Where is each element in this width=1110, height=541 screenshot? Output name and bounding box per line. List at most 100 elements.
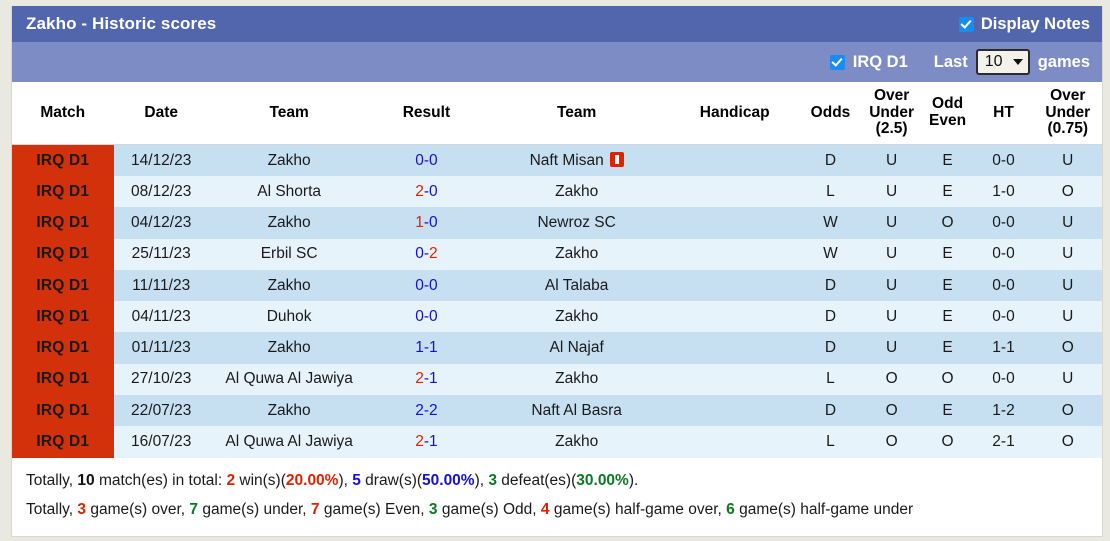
cell-result: 1-0 — [369, 207, 484, 239]
cell-odd-even: O — [921, 363, 974, 396]
cell-odds: W — [799, 238, 862, 270]
table-row[interactable]: IRQ D1 01/11/23 Zakho 1-1 Al Najaf D U E 1-1 O — [12, 332, 1102, 364]
col-header-odd-even[interactable]: Odd Even — [921, 82, 974, 146]
col-header-over-under-25[interactable]: Over Under (2.5) — [861, 82, 922, 146]
summary-defeats: 3 — [488, 471, 497, 489]
cell-handicap — [669, 363, 800, 396]
cell-away-team[interactable]: Zakho — [483, 176, 670, 208]
cell-away-team[interactable]: Zakho — [483, 426, 670, 458]
table-body: IRQ D1 14/12/23 Zakho 0-0 Naft Misan D U E 0-0 U I… — [12, 144, 1102, 458]
cell-away-team[interactable]: Al Talaba — [483, 269, 670, 302]
cell-away-team[interactable]: Naft Misan — [483, 144, 670, 176]
cell-league-badge[interactable]: IRQ D1 — [12, 301, 114, 333]
cell-home-team[interactable]: Duhok — [208, 301, 370, 333]
cell-league-badge[interactable]: IRQ D1 — [12, 269, 114, 302]
cell-handicap — [669, 238, 800, 270]
cell-league-badge[interactable]: IRQ D1 — [12, 426, 114, 458]
col-header-handicap[interactable]: Handicap — [669, 82, 800, 146]
table-row[interactable]: IRQ D1 25/11/23 Erbil SC 0-2 Zakho W U E 0-0 U — [12, 238, 1102, 270]
cell-home-team[interactable]: Zakho — [208, 207, 370, 239]
cell-league-badge[interactable]: IRQ D1 — [12, 176, 114, 208]
last-label: Last — [933, 52, 968, 71]
cell-away-team[interactable]: Zakho — [483, 238, 670, 270]
s2-t1: game(s) over, — [86, 501, 190, 519]
cell-league-badge[interactable]: IRQ D1 — [12, 238, 114, 270]
cell-league-badge[interactable]: IRQ D1 — [12, 332, 114, 364]
summary-even-count: 7 — [310, 501, 320, 519]
cell-over-under-075: U — [1033, 238, 1102, 270]
col-header-date[interactable]: Date — [113, 82, 209, 146]
chevron-down-icon — [1012, 59, 1023, 65]
cell-ht-score: 0-0 — [973, 363, 1034, 396]
cell-league-badge[interactable]: IRQ D1 — [12, 363, 114, 396]
cell-league-badge[interactable]: IRQ D1 — [12, 144, 114, 176]
result-home-score: 0 — [415, 151, 424, 169]
cell-result: 1-1 — [369, 332, 484, 364]
cell-handicap — [669, 301, 800, 333]
cell-handicap — [669, 144, 800, 176]
cell-away-team[interactable]: Naft Al Basra — [483, 395, 670, 427]
cell-result: 2-1 — [369, 363, 484, 396]
cell-ht-score: 0-0 — [973, 301, 1034, 333]
cell-home-team[interactable]: Erbil SC — [208, 238, 370, 270]
summary-halfgame-under-count: 6 — [726, 501, 735, 519]
table-row[interactable]: IRQ D1 08/12/23 Al Shorta 2-0 Zakho L U E 1-0 O — [12, 176, 1102, 208]
cell-home-team[interactable]: Zakho — [208, 144, 370, 176]
cell-league-badge[interactable]: IRQ D1 — [12, 395, 114, 427]
cell-over-under-075: O — [1033, 332, 1102, 364]
col-header-away-team[interactable]: Team — [483, 82, 670, 146]
col-header-over-under-075[interactable]: Over Under (0.75) — [1033, 82, 1102, 146]
cell-over-under-25: U — [861, 207, 922, 239]
display-notes-checkbox[interactable] — [958, 16, 974, 32]
s1-t0: Totally, — [26, 471, 78, 489]
cell-over-under-075: O — [1033, 395, 1102, 427]
cell-odd-even: E — [921, 144, 974, 176]
cell-date: 04/12/23 — [113, 207, 209, 239]
col-header-result[interactable]: Result — [369, 82, 484, 146]
cell-result: 2-1 — [369, 426, 484, 458]
result-home-score: 2 — [415, 182, 424, 200]
cell-odd-even: O — [921, 426, 974, 458]
league-filter-checkbox[interactable] — [829, 54, 845, 70]
cell-away-team[interactable]: Zakho — [483, 301, 670, 333]
cell-home-team[interactable]: Zakho — [208, 332, 370, 364]
cell-home-team[interactable]: Al Quwa Al Jawiya — [208, 363, 370, 396]
cell-odds: D — [799, 269, 862, 302]
red-card-icon — [609, 151, 624, 167]
cell-odds: L — [799, 176, 862, 208]
col-header-match[interactable]: Match — [12, 82, 114, 146]
cell-home-team[interactable]: Al Quwa Al Jawiya — [208, 426, 370, 458]
col-header-ht[interactable]: HT — [973, 82, 1034, 146]
col-header-odds[interactable]: Odds — [799, 82, 862, 146]
s1-t4: draw(s)( — [360, 471, 423, 489]
filter-bar: IRQ D1 Last 10 games — [12, 42, 1102, 82]
games-count-select[interactable]: 10 — [975, 49, 1030, 75]
cell-home-team[interactable]: Zakho — [208, 269, 370, 302]
table-row[interactable]: IRQ D1 22/07/23 Zakho 2-2 Naft Al Basra D O E 1-… — [12, 395, 1102, 427]
table-row[interactable]: IRQ D1 04/12/23 Zakho 1-0 Newroz SC W U O 0-0 U — [12, 207, 1102, 239]
result-away-score: 1 — [429, 339, 438, 357]
table-row[interactable]: IRQ D1 14/12/23 Zakho 0-0 Naft Misan D U E 0-0 U — [12, 144, 1102, 176]
table-row[interactable]: IRQ D1 11/11/23 Zakho 0-0 Al Talaba D U E 0-0 U — [12, 269, 1102, 302]
cell-result: 0-0 — [369, 301, 484, 333]
col-header-home-team[interactable]: Team — [208, 82, 370, 146]
oe-line2: Even — [929, 112, 967, 130]
cell-league-badge[interactable]: IRQ D1 — [12, 207, 114, 239]
cell-away-team[interactable]: Newroz SC — [483, 207, 670, 239]
cell-date: 27/10/23 — [113, 363, 209, 396]
cell-home-team[interactable]: Zakho — [208, 395, 370, 427]
summary-over-count: 3 — [77, 501, 87, 519]
summary-draw-pct: 50.00% — [422, 471, 475, 489]
summary-halfgame-over-count: 4 — [540, 501, 550, 519]
cell-home-team[interactable]: Al Shorta — [208, 176, 370, 208]
table-row[interactable]: IRQ D1 04/11/23 Duhok 0-0 Zakho D U E 0-0 U — [12, 301, 1102, 333]
cell-away-team[interactable]: Zakho — [483, 363, 670, 396]
panel-title-bar: Zakho - Historic scores Display Notes — [12, 6, 1102, 42]
ou25-line2: Under — [869, 103, 914, 121]
s1-t7: ). — [628, 471, 639, 489]
summary-odd-count: 3 — [428, 501, 438, 519]
table-row[interactable]: IRQ D1 16/07/23 Al Quwa Al Jawiya 2-1 Zakho L… — [12, 426, 1102, 458]
table-row[interactable]: IRQ D1 27/10/23 Al Quwa Al Jawiya 2-1 Zakho L… — [12, 363, 1102, 396]
cell-away-team[interactable]: Al Najaf — [483, 332, 670, 364]
cell-over-under-25: U — [861, 238, 922, 270]
